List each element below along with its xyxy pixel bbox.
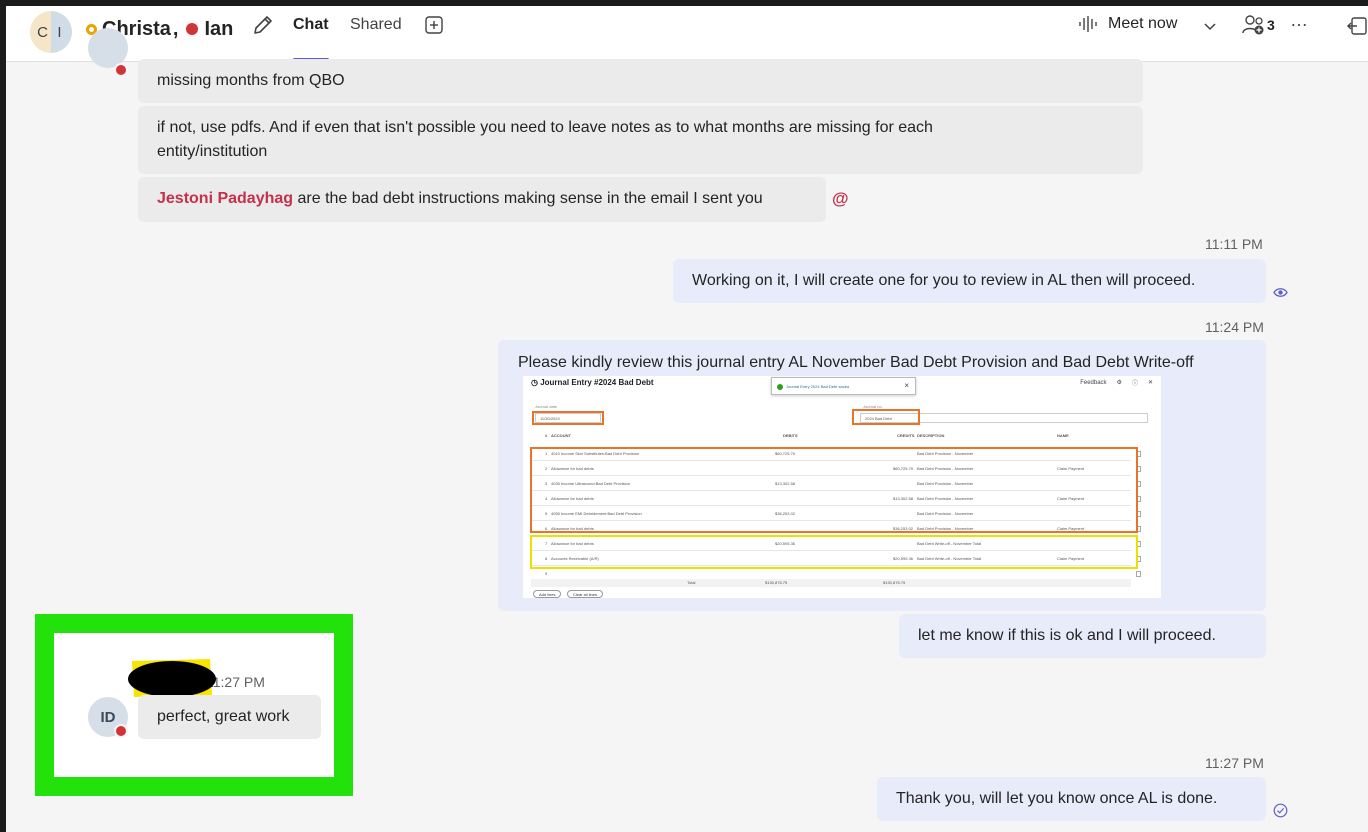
busy-status-icon (114, 724, 128, 738)
toast-text: Journal Entry 2024 Bad Debt saved (786, 383, 850, 389)
col-name: NAME (1057, 433, 1069, 438)
people-add-icon (1242, 15, 1264, 35)
col-account: ACCOUNT (551, 433, 571, 438)
teams-chat-window: C I Christa , Ian Chat Shared Meet now 3… (6, 6, 1368, 832)
message-bubble[interactable]: Working on it, I will create one for you… (673, 259, 1266, 303)
journal-date-label: Journal date (535, 404, 558, 409)
redacted-sender-name (128, 659, 216, 697)
rename-pencil-icon[interactable] (252, 14, 274, 38)
message-timestamp: 11:24 PM (1205, 319, 1264, 335)
chevron-down-icon[interactable] (1202, 18, 1218, 34)
write-off-rows-highlight (530, 535, 1138, 569)
close-icon: ✕ (1147, 380, 1153, 386)
audio-wave-icon (1079, 16, 1097, 32)
message-bubble[interactable]: let me know if this is ok and I will pro… (899, 614, 1266, 658)
col-num: # (545, 433, 548, 438)
journal-total-row: Total $130,876.75 $130,876.75 (531, 579, 1131, 587)
message-bubble[interactable]: missing months from QBO (138, 59, 1143, 103)
avatar-initial-c: C (30, 11, 51, 53)
trash-icon (1136, 571, 1141, 577)
sender-avatar[interactable] (88, 28, 128, 68)
message-bubble[interactable]: perfect, great work (138, 695, 321, 739)
meet-now-button[interactable]: Meet now (1078, 14, 1177, 34)
message-timestamp: 11:11 PM (1205, 236, 1263, 252)
message-text: perfect, great work (157, 708, 290, 725)
tab-chat[interactable]: Chat (293, 16, 329, 34)
sent-check-icon (1273, 803, 1288, 818)
participant-name-2: Ian (204, 17, 234, 40)
pop-out-icon[interactable] (1346, 16, 1368, 36)
mention-tag[interactable]: Jestoni Padayhag (157, 190, 293, 207)
group-avatar[interactable]: C I (30, 11, 72, 53)
total-label: Total (687, 580, 696, 585)
mention-reaction-icon: @ (832, 189, 849, 208)
message-text: let me know if this is ok and I will pro… (918, 627, 1216, 644)
add-tab-icon[interactable] (424, 15, 444, 35)
message-text: Working on it, I will create one for you… (692, 272, 1196, 289)
feedback-label: Feedback (1080, 379, 1107, 386)
gear-icon: ⚙ (1116, 380, 1122, 386)
avatar-initial-i: I (51, 11, 72, 53)
saved-toast: Journal Entry 2024 Bad Debt saved × (771, 377, 916, 395)
date-highlight (532, 411, 604, 425)
col-description: DESCRIPTION (917, 433, 945, 438)
add-lines-button: Add lines (533, 590, 562, 598)
name-separator: , (172, 17, 179, 40)
more-options-icon[interactable]: … (1290, 10, 1309, 31)
journal-table-header: # ACCOUNT DEBITS CREDITS DESCRIPTION NAM… (531, 433, 1131, 443)
message-timestamp: 11:27 PM (1205, 755, 1264, 771)
total-debit: $130,876.75 (765, 580, 788, 585)
message-text: missing months from QBO (157, 72, 345, 89)
chat-header: C I Christa , Ian Chat Shared Meet now 3… (6, 6, 1368, 62)
journal-entry-screenshot[interactable]: ◷ Journal Entry #2024 Bad Debt Journal E… (523, 376, 1161, 598)
close-icon: × (904, 381, 909, 390)
busy-status-icon (186, 23, 199, 35)
participants-button[interactable]: 3 (1241, 14, 1275, 36)
clear-lines-button: Clear all lines (567, 590, 604, 598)
journal-no-highlight (852, 409, 920, 425)
busy-status-icon (114, 63, 128, 77)
message-text-line-2: entity/institution (157, 143, 268, 160)
message-bubble[interactable]: Thank you, will let you know once AL is … (877, 777, 1266, 821)
meet-now-label: Meet now (1108, 15, 1178, 32)
tab-shared[interactable]: Shared (350, 16, 402, 34)
message-text: are the bad debt instructions making sen… (293, 190, 763, 207)
participant-count: 3 (1267, 17, 1275, 33)
journal-entry-title-text: Journal Entry #2024 Bad Debt (540, 378, 654, 387)
journal-entry-title: ◷ Journal Entry #2024 Bad Debt (531, 378, 654, 387)
col-credits: CREDITS (897, 433, 915, 438)
col-debits: DEBITS (783, 433, 798, 438)
message-bubble[interactable]: Jestoni Padayhag are the bad debt instru… (138, 177, 826, 222)
message-text: Please kindly review this journal entry … (518, 354, 1194, 371)
provision-rows-highlight (530, 447, 1138, 533)
total-credit: $130,876.75 (883, 580, 906, 585)
help-icon: ⓘ (1131, 381, 1138, 387)
journal-toolbar: Feedback ⚙ ⓘ ✕ (1080, 378, 1153, 388)
message-bubble[interactable]: if not, use pdfs. And if even that isn't… (138, 106, 1143, 174)
check-icon (777, 384, 783, 390)
message-text: Thank you, will let you know once AL is … (896, 790, 1218, 807)
message-text-line-1: if not, use pdfs. And if even that isn't… (157, 119, 933, 136)
seen-eye-icon (1273, 288, 1288, 297)
